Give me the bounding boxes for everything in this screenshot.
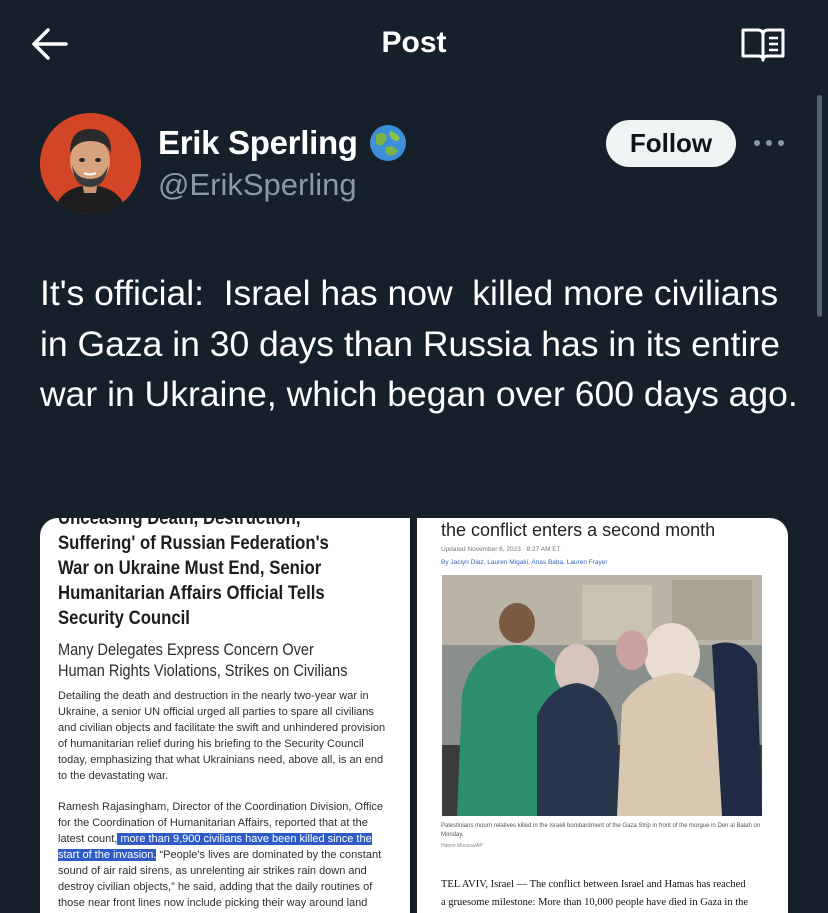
media-image-un-article[interactable]: Unceasing Death, Destruction, Suffering'… (40, 518, 410, 913)
photo-credit: Hatem Moussa/AP (441, 843, 483, 849)
news-photo (442, 575, 762, 816)
media-gallery: Unceasing Death, Destruction, Suffering'… (40, 518, 788, 913)
more-options-button[interactable] (752, 129, 786, 157)
un-article-headline: Unceasing Death, Destruction, Suffering'… (58, 518, 329, 629)
npr-article-timestamp: Updated November 6, 2023 · 8:27 AM ET (441, 546, 561, 553)
un-article-paragraph-2: Ramesh Rajasingham, Director of the Coor… (58, 799, 388, 911)
un-article-subheadline: Many Delegates Express Concern Over Huma… (58, 641, 348, 680)
avatar-illustration (40, 113, 141, 214)
photo-caption: Palestinians mourn relatives killed in t… (441, 823, 761, 838)
author-name[interactable]: Erik Sperling (158, 124, 358, 162)
page-title: Post (381, 26, 447, 59)
top-bar: Post (0, 0, 828, 92)
un-article-paragraph: Detailing the death and destruction in t… (58, 690, 386, 782)
scrollbar-thumb[interactable] (817, 95, 822, 317)
follow-button[interactable]: Follow (606, 120, 736, 167)
npr-article-byline: By Jaclyn Diaz, Lauren Migaki, Anas Baba… (441, 559, 608, 566)
reader-mode-button[interactable] (740, 26, 786, 64)
more-horizontal-icon (754, 140, 784, 146)
tweet-text: It's official: Israel has now killed mor… (40, 273, 798, 414)
npr-article-headline: the conflict enters a second month (441, 520, 716, 540)
globe-emoji-icon (368, 123, 408, 163)
npr-article-body: TEL AVIV, Israel — The conflict between … (441, 879, 749, 908)
media-image-npr-article[interactable]: the conflict enters a second month Updat… (417, 518, 788, 913)
avatar[interactable] (40, 113, 141, 214)
reader-mode-icon (741, 28, 785, 62)
author-handle[interactable]: @ErikSperling (158, 167, 357, 203)
